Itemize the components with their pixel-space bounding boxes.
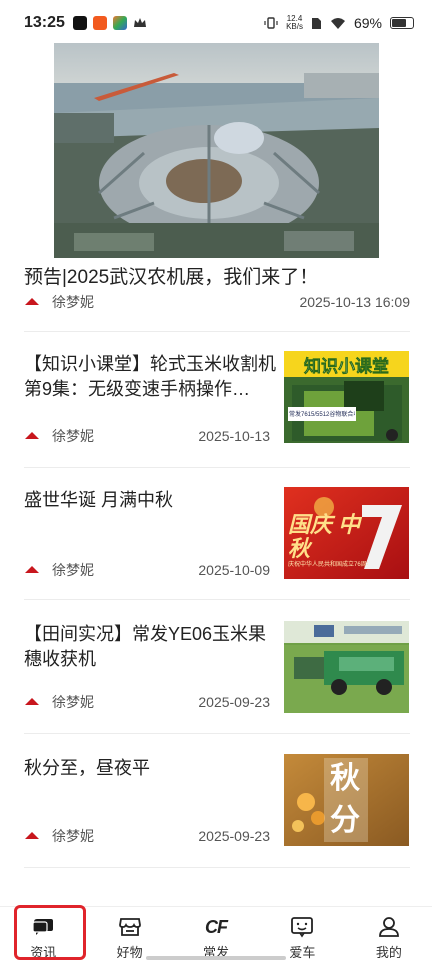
article-title[interactable]: 【田间实况】常发YE06玉米果穗收获机 <box>24 622 276 672</box>
article-author: 徐梦妮 <box>52 562 94 578</box>
article-thumbnail[interactable] <box>284 621 409 713</box>
thumb-heading: 国庆 中秋 <box>288 512 361 561</box>
article-author: 徐梦妮 <box>52 294 94 310</box>
article-date: 2025-09-23 <box>198 828 270 844</box>
article-author: 徐梦妮 <box>52 828 94 844</box>
article-date: 2025-10-13 16:09 <box>299 294 410 310</box>
hero-article-title[interactable]: 预告|2025武汉农机展，我们来了！ <box>24 262 318 289</box>
home-indicator <box>146 956 286 960</box>
divider <box>24 867 410 868</box>
active-tab-highlight <box>14 905 86 960</box>
thumb-heading: 知识小课堂 <box>304 357 390 377</box>
article-thumbnail[interactable]: 知识小课堂 常发7615/5512谷物联合收割机 <box>284 351 409 443</box>
crown-icon <box>133 18 146 27</box>
vibrate-icon <box>264 17 278 29</box>
brand-logo-icon <box>25 432 39 439</box>
article-meta: 徐梦妮 2025-09-23 <box>24 826 270 846</box>
hero-article-meta: 徐梦妮 2025-10-13 16:09 <box>24 292 410 312</box>
article-meta: 徐梦妮 2025-09-23 <box>24 692 270 712</box>
app-icon-multicolor <box>112 16 127 30</box>
store-icon <box>118 915 142 939</box>
divider <box>24 733 410 734</box>
article-date: 2025-09-23 <box>198 694 270 710</box>
status-bar: 13:25 12.4 KB/s 69% <box>0 0 432 46</box>
thumb-caption: 庆祝中华人民共和国成立76周年 <box>288 562 368 568</box>
sim-icon <box>311 17 321 29</box>
brand-logo-icon <box>25 698 39 705</box>
battery-percent: 69% <box>353 15 382 31</box>
smile-card-icon <box>290 915 314 939</box>
article-meta: 徐梦妮 2025-10-13 <box>24 426 270 446</box>
network-speed: 12.4 KB/s <box>286 14 303 31</box>
app-icon-orange <box>92 16 107 30</box>
nav-label: 好物 <box>116 945 143 960</box>
wifi-icon <box>330 17 345 29</box>
divider <box>24 331 410 332</box>
douyin-icon <box>72 16 87 30</box>
article-meta: 徐梦妮 2025-10-09 <box>24 560 270 580</box>
article-author: 徐梦妮 <box>52 428 94 444</box>
nav-item-mine[interactable]: 我的 <box>346 907 432 964</box>
changfa-logo-icon: CF <box>205 916 228 937</box>
article-title[interactable]: 秋分至，昼夜平 <box>24 756 276 781</box>
article-title[interactable]: 盛世华诞 月满中秋 <box>24 488 276 513</box>
thumb-heading: 秋 分 <box>330 762 360 837</box>
battery-icon <box>390 17 414 29</box>
article-thumbnail[interactable]: 国庆 中秋 庆祝中华人民共和国成立76周年 <box>284 487 409 579</box>
status-time: 13:25 <box>24 14 65 31</box>
article-date: 2025-10-09 <box>198 562 270 578</box>
brand-logo-icon <box>25 298 39 305</box>
article-thumbnail[interactable]: 秋 分 <box>284 754 409 846</box>
person-icon <box>377 915 401 939</box>
nav-label: 爱车 <box>289 945 316 960</box>
brand-logo-icon <box>25 566 39 573</box>
divider <box>24 599 410 600</box>
article-author: 徐梦妮 <box>52 694 94 710</box>
thumb-caption: 常发7615/5512谷物联合收割机 <box>289 412 355 418</box>
nav-label: 我的 <box>375 945 402 960</box>
brand-logo-icon <box>25 832 39 839</box>
article-date: 2025-10-13 <box>198 428 270 444</box>
article-title[interactable]: 【知识小课堂】轮式玉米收割机第9集：无级变速手柄操作… <box>24 352 276 402</box>
divider <box>24 467 410 468</box>
hero-image[interactable] <box>54 43 379 258</box>
